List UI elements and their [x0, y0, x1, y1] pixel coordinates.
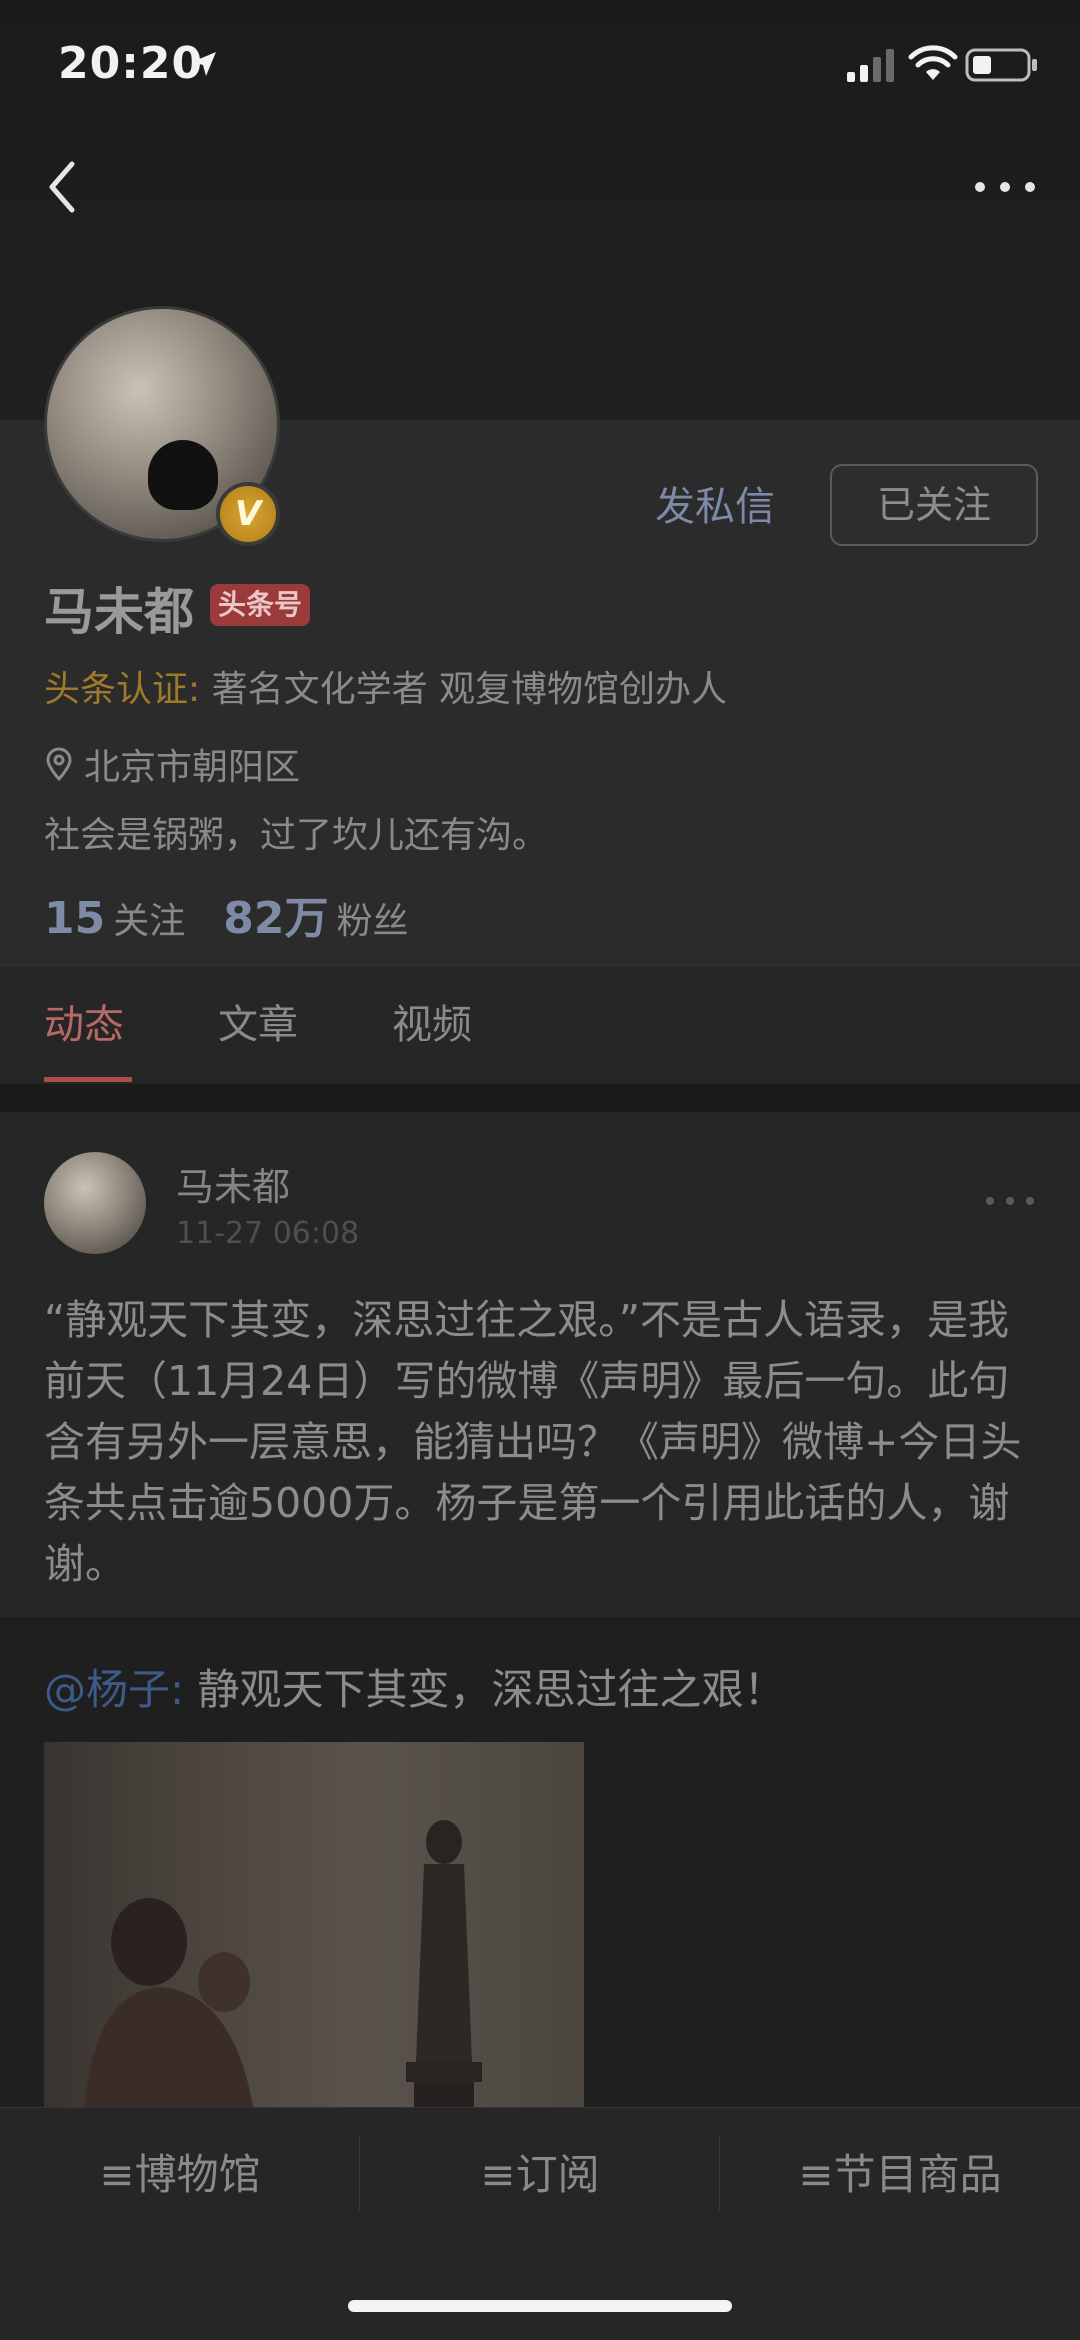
- buddha-statue-image: [406, 1820, 482, 2112]
- post-more-dots-icon[interactable]: [980, 1186, 1040, 1216]
- following-count: 15: [44, 893, 106, 944]
- section-divider: [0, 1084, 1080, 1112]
- signal-icon: [847, 49, 894, 82]
- followers-stat[interactable]: 82万 粉丝: [223, 882, 408, 946]
- verification-label: 头条认证:: [44, 669, 201, 710]
- post-author-name[interactable]: 马未都: [176, 1156, 290, 1211]
- tab-videos[interactable]: 视频: [392, 966, 472, 1084]
- profile-name: 马未都: [44, 583, 194, 641]
- location-arrow-icon: [192, 52, 216, 76]
- post-timestamp: 11-27 06:08: [176, 1216, 360, 1251]
- menu-museum[interactable]: ≡博物馆: [0, 2140, 360, 2210]
- more-dots-icon[interactable]: [960, 160, 1050, 214]
- profile-stats: 15 关注 82万 粉丝: [44, 882, 409, 946]
- status-time: 20:20: [58, 38, 204, 89]
- verified-badge-icon: V: [216, 482, 280, 546]
- avatar-cat-image: [148, 440, 218, 510]
- account-type-tag: 头条号: [210, 584, 311, 626]
- following-button[interactable]: 已关注: [830, 464, 1038, 546]
- followers-count: 82万: [223, 893, 329, 944]
- verification-line: 头条认证: 著名文化学者 观复博物馆创办人: [44, 660, 727, 712]
- active-tab-indicator: [44, 1077, 132, 1082]
- post-body: “静观天下其变，深思过往之艰。”不是古人语录，是我前天（11月24日）写的微博《…: [44, 1296, 1022, 1588]
- tab-articles[interactable]: 文章: [218, 966, 298, 1084]
- home-indicator[interactable]: [348, 2300, 732, 2312]
- people-image: [84, 1898, 254, 2112]
- menu-subscribe[interactable]: ≡订阅: [360, 2140, 720, 2210]
- repost-image[interactable]: [44, 1742, 584, 2112]
- verification-text: 著名文化学者 观复博物馆创办人: [200, 669, 728, 710]
- post-author-avatar[interactable]: [44, 1152, 146, 1254]
- followers-label: 粉丝: [336, 901, 409, 942]
- send-message-button[interactable]: 发私信: [640, 472, 790, 542]
- following-stat[interactable]: 15 关注: [44, 892, 185, 944]
- profile-tabs: 动态 文章 视频: [0, 965, 1080, 1085]
- repost-text: 静观天下其变，深思过往之艰！: [184, 1665, 786, 1714]
- profile-bio: 社会是锅粥，过了坎儿还有沟。: [44, 815, 549, 856]
- wifi-icon: [908, 45, 958, 80]
- repost-line: @杨子: 静观天下其变，深思过往之艰！: [44, 1656, 786, 1717]
- following-label: 关注: [113, 901, 186, 942]
- location-text: 北京市朝阳区: [84, 747, 301, 788]
- profile-location: 北京市朝阳区: [44, 738, 300, 790]
- repost-mention-link[interactable]: @杨子:: [44, 1665, 184, 1714]
- battery-icon: [965, 48, 1037, 82]
- tab-activity[interactable]: 动态: [44, 966, 124, 1084]
- back-chevron-icon[interactable]: [38, 150, 88, 224]
- menu-programs-products[interactable]: ≡节目商品: [720, 2140, 1080, 2210]
- pin-icon: [46, 747, 72, 781]
